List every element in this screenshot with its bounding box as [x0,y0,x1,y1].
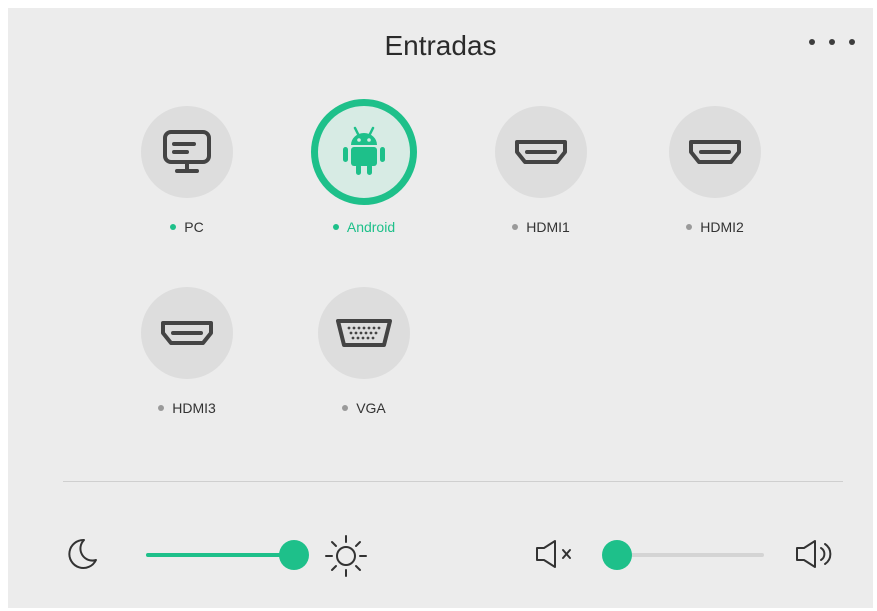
status-dot [332,224,339,230]
page-title: Entradas [384,30,497,61]
brightness-knob[interactable] [279,540,309,570]
source-android-tile [311,99,417,205]
hdmi-icon [689,140,741,164]
source-name: Android [346,219,396,235]
source-vga[interactable]: VGA [304,287,424,427]
source-name: PC [184,219,204,235]
source-hdmi2-tile [669,106,761,198]
source-label: HDMI1 [481,219,601,235]
speaker-mute-icon [536,540,571,568]
source-name: VGA [356,400,386,416]
divider [63,481,843,482]
vga-icon [336,319,392,347]
sun-icon [325,535,367,577]
status-dot [512,224,519,230]
source-hdmi1[interactable]: HDMI1 [481,106,601,246]
more-dot [849,39,855,45]
source-vga-tile [318,287,410,379]
source-pc-tile [141,106,233,198]
more-dot [809,39,815,45]
source-label: HDMI2 [655,219,775,235]
moon-icon [68,538,97,569]
source-hdmi3[interactable]: HDMI3 [127,287,247,427]
status-dot [158,405,165,411]
volume-knob[interactable] [602,540,632,570]
source-label: HDMI3 [127,400,247,416]
monitor-icon [163,130,211,173]
source-android[interactable]: Android [304,99,424,246]
source-hdmi3-tile [141,287,233,379]
source-name: HDMI2 [700,219,744,235]
more-dot [829,39,835,45]
android-icon [343,126,385,175]
brightness-fill [146,553,294,557]
status-dot [170,224,177,230]
source-label: PC [127,219,247,235]
source-label: VGA [304,400,424,416]
speaker-loud-icon [796,540,832,568]
source-hdmi2[interactable]: HDMI2 [655,106,775,246]
source-label: Android [304,219,424,235]
status-dot [686,224,693,230]
source-pc[interactable]: PC [127,106,247,246]
more-options-button[interactable] [809,32,855,52]
status-dot [342,405,349,411]
hdmi-icon [161,321,213,345]
hdmi-icon [515,140,567,164]
source-name: HDMI1 [526,219,570,235]
source-name: HDMI3 [172,400,216,416]
input-sources-panel: Entradas PC Android HDMI1 HDMI2 HDMI3 VG… [8,8,873,608]
source-hdmi1-tile [495,106,587,198]
